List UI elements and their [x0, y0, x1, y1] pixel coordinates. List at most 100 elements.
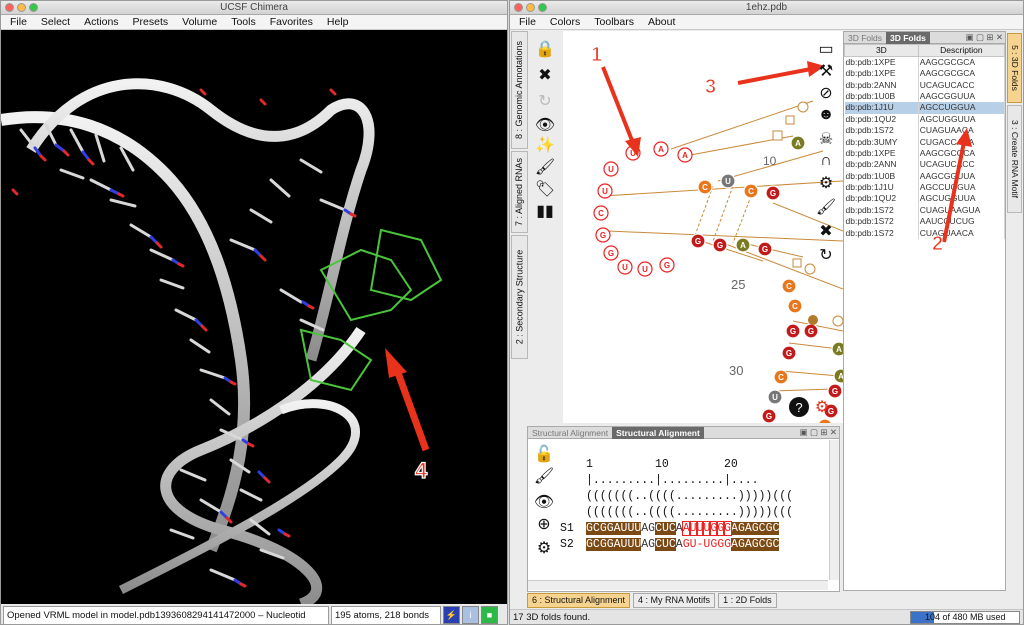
- tab-3d-folds-inactive[interactable]: 3D Folds: [844, 32, 886, 44]
- smiley-icon[interactable]: ☻: [814, 105, 838, 125]
- tab-structural-alignment[interactable]: 6 : Structural Alignment: [527, 593, 631, 608]
- sequence-residue: C: [772, 522, 780, 535]
- molecular-viewer[interactable]: 4: [1, 30, 507, 604]
- info-icon[interactable]: i: [462, 606, 479, 624]
- tab-my-rna-motifs[interactable]: 4 : My RNA Motifs: [633, 593, 716, 608]
- nucleotide-label: A: [836, 345, 842, 354]
- tab-alignment-active[interactable]: Structural Alignment: [612, 426, 704, 439]
- secondary-structure-canvas[interactable]: UAAUUCGGUUG CUCGAGGAGCCGGCUGAAGGCG 10 25…: [563, 31, 843, 423]
- sequence-residue: A: [675, 538, 683, 551]
- fold-description-cell: AAGCGCGCA: [918, 68, 1006, 80]
- alignment-view[interactable]: 🔓 🖌 👁 ⊕ ⚙ 1 10 20 |.........|.........|.…: [528, 440, 828, 580]
- canvas-right-toolbar: ▭ ⚒ ⊘ ☻ ☠ ∩ ⚙ 🖌 ✖ ↻: [810, 37, 838, 277]
- alignment-vertical-scrollbar[interactable]: [829, 440, 839, 580]
- nucleotide-label: U: [772, 393, 778, 402]
- sequence-residue: G: [751, 538, 759, 551]
- bar-chart-icon[interactable]: ▮▮: [533, 201, 557, 221]
- folds-panel: 3D Folds 3D Folds ▣ ▢ ⊞ ✕ 3D Description…: [843, 31, 1006, 591]
- panel-window-controls[interactable]: ▣ ▢ ⊞ ✕: [966, 32, 1005, 43]
- sequence-residue: C: [592, 538, 600, 551]
- lock-icon[interactable]: 🔓: [532, 444, 556, 464]
- forbidden-icon[interactable]: ⊘: [814, 83, 838, 103]
- sequence-residue: G: [606, 538, 614, 551]
- tab-3d-folds-active[interactable]: 3D Folds: [886, 31, 930, 44]
- wand-icon[interactable]: ✨: [533, 135, 557, 155]
- col-3d-header[interactable]: 3D: [844, 44, 919, 57]
- window-controls[interactable]: [514, 3, 547, 12]
- menu-volume[interactable]: Volume: [175, 15, 224, 30]
- nucleotide-label: C: [778, 373, 784, 382]
- sequence-residue: A: [744, 522, 752, 535]
- nucleotide-label: C: [786, 282, 792, 291]
- menu-colors[interactable]: Colors: [543, 15, 587, 30]
- brush-icon[interactable]: 🖌: [814, 197, 838, 217]
- nucleotide-label: G: [808, 327, 814, 336]
- help-icon[interactable]: ?: [789, 397, 809, 417]
- menu-file[interactable]: File: [3, 15, 34, 30]
- menu-actions[interactable]: Actions: [77, 15, 125, 30]
- collapse-icon[interactable]: ✖: [814, 221, 838, 241]
- nucleotide-label: G: [717, 241, 723, 250]
- col-description-header[interactable]: Description: [917, 44, 1006, 57]
- alignment-horizontal-scrollbar[interactable]: [528, 580, 828, 590]
- brush-icon[interactable]: 🖌: [533, 157, 557, 177]
- sequence-label-s1: S1: [560, 522, 574, 535]
- gears-icon[interactable]: ⚙: [532, 538, 556, 558]
- tab-3d-folds[interactable]: 5 : 3D Folds: [1007, 33, 1022, 103]
- tab-alignment-inactive[interactable]: Structural Alignment: [528, 427, 612, 439]
- eye-icon[interactable]: 👁: [532, 492, 556, 512]
- table-row[interactable]: db:pdb:1XPE AAGCGCGCA: [844, 56, 1006, 68]
- menu-toolbars[interactable]: Toolbars: [587, 15, 641, 30]
- sequence-residue: G: [599, 538, 607, 551]
- nucleotide-label: A: [740, 241, 746, 250]
- magnet-icon[interactable]: ∩: [814, 151, 838, 171]
- panel-window-controls[interactable]: ▣ ▢ ⊞ ✕: [800, 427, 839, 438]
- import-icon[interactable]: ⊕: [532, 514, 556, 534]
- window-controls[interactable]: [5, 3, 38, 12]
- skull-icon[interactable]: ☠: [814, 129, 838, 149]
- structural-alignment-panel: Structural Alignment Structural Alignmen…: [527, 426, 840, 592]
- tab-genomic-annotations[interactable]: 8 : Genomic Annotations: [511, 31, 528, 149]
- chimera-status-text: Opened VRML model in model.pdb1393608294…: [3, 606, 329, 624]
- sequence-residue: A: [744, 538, 752, 551]
- table-row[interactable]: db:pdb:1XPE AAGCGCGCA: [844, 68, 1006, 80]
- nucleotide-label: G: [832, 387, 838, 396]
- menu-help[interactable]: Help: [320, 15, 356, 30]
- tab-2d-folds[interactable]: 1 : 2D Folds: [718, 593, 777, 608]
- gears-icon[interactable]: ⚙: [814, 173, 838, 193]
- tab-secondary-structure[interactable]: 2 : Secondary Structure: [511, 235, 528, 359]
- sequence-label-s2: S2: [560, 538, 574, 551]
- undo-icon[interactable]: ↻: [814, 245, 838, 265]
- menu-select[interactable]: Select: [34, 15, 77, 30]
- menu-favorites[interactable]: Favorites: [263, 15, 320, 30]
- tab-aligned-rnas[interactable]: 7 : Aligned RNAs: [511, 151, 528, 233]
- sequence-s2: GCGGAUUUAGCUCAGU-UGGGAGAGCGC: [586, 538, 780, 551]
- command-line-icon[interactable]: ■: [481, 606, 498, 624]
- annotation-3: 3: [705, 76, 716, 98]
- sidebar-toggle-icon[interactable]: ⚡: [443, 606, 460, 624]
- sequence-residue: C: [592, 522, 600, 535]
- sequence-residue: A: [613, 522, 621, 535]
- nucleotide-label: C: [598, 209, 604, 218]
- menu-about[interactable]: About: [641, 15, 682, 30]
- table-row[interactable]: db:pdb:2ANN UCAGUCACC: [844, 79, 1006, 91]
- sequence-residue: U: [661, 522, 669, 535]
- nucleotide-label: U: [642, 265, 648, 274]
- menu-presets[interactable]: Presets: [126, 15, 176, 30]
- brush-icon[interactable]: 🖌: [532, 466, 556, 486]
- nucleotide-label: U: [622, 263, 628, 272]
- settings-gear-icon[interactable]: ⚙: [810, 397, 834, 417]
- tag-icon[interactable]: 🏷: [533, 179, 557, 199]
- hammer-icon[interactable]: ⚒: [814, 61, 838, 81]
- refresh-icon[interactable]: ↻: [533, 91, 557, 111]
- alignment-panel-tabs: Structural Alignment Structural Alignmen…: [528, 426, 839, 439]
- lock-icon[interactable]: 🔒: [533, 39, 557, 59]
- menu-file[interactable]: File: [512, 15, 543, 30]
- eye-icon[interactable]: 👁: [533, 115, 557, 135]
- window-icon[interactable]: ▭: [814, 39, 838, 59]
- menu-tools[interactable]: Tools: [224, 15, 263, 30]
- annotation-arrow-2: 2: [932, 128, 972, 252]
- assemble-menubar: File Colors Toolbars About: [510, 15, 1023, 30]
- tab-create-rna-motif[interactable]: 3 : Create RNA Motif: [1007, 105, 1022, 213]
- collapse-icon[interactable]: ✖: [533, 65, 557, 85]
